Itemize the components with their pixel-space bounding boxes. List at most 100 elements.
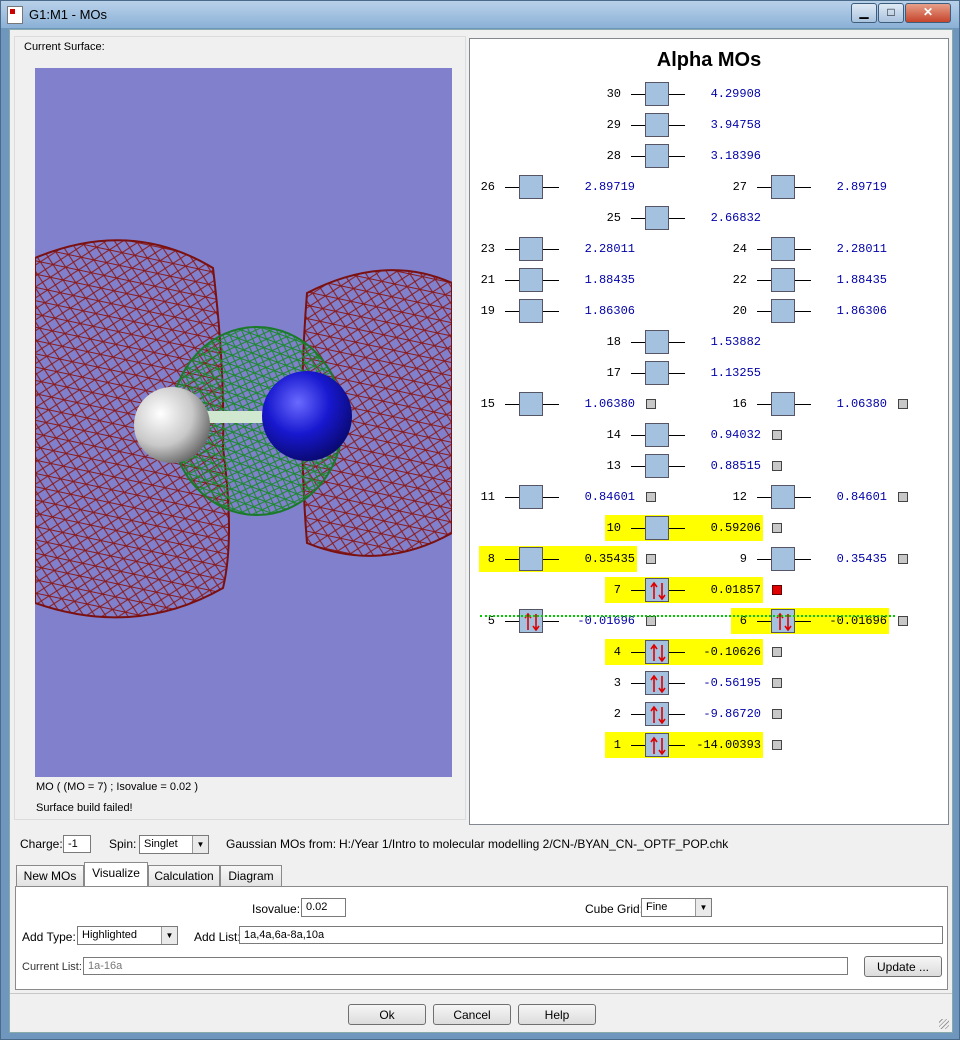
gaussian-mos-label: Gaussian MOs from: (226, 837, 337, 851)
mo-orbital-box[interactable] (645, 454, 669, 478)
tab-new-mos[interactable]: New MOs (16, 865, 84, 886)
mo-number-label: 13 (606, 459, 621, 473)
mo-number-label: 21 (480, 273, 495, 287)
mo-orbital-box[interactable] (645, 423, 669, 447)
spin-select[interactable]: Singlet ▼ (139, 835, 209, 854)
mo-level-line (505, 280, 519, 281)
mo-orbital-box[interactable] (519, 485, 543, 509)
mo-select-square[interactable] (772, 709, 782, 719)
mo-energy-diagram[interactable]: Alpha MOs 30 4.29908 29 3.94758 28 3.18396 26 2… (469, 38, 949, 825)
mo-energy-value: 4.29908 (710, 87, 761, 101)
molecule-3d-viewport[interactable] (35, 68, 452, 777)
mo-select-square[interactable] (772, 430, 782, 440)
tab-visualize[interactable]: Visualize (84, 862, 148, 887)
mo-energy-value: 3.18396 (710, 149, 761, 163)
mo-orbital-box[interactable] (771, 299, 795, 323)
mo-select-square[interactable] (646, 492, 656, 502)
maximize-button[interactable]: □ (878, 3, 904, 23)
mo-orbital-box[interactable] (645, 578, 669, 602)
mo-number-label: 8 (487, 552, 495, 566)
isovalue-input[interactable]: 0.02 (301, 898, 346, 917)
mo-orbital-box[interactable] (519, 392, 543, 416)
mo-select-square[interactable] (772, 585, 782, 595)
mo-orbital-box[interactable] (645, 206, 669, 230)
title-bar[interactable]: G1:M1 - MOs ▁ □ ✕ (1, 1, 959, 28)
mo-number-label: 15 (480, 397, 495, 411)
electron-pair-icon (650, 736, 666, 756)
mo-orbital-box[interactable] (645, 82, 669, 106)
spin-select-value: Singlet (144, 838, 178, 850)
mo-number-label: 23 (480, 242, 495, 256)
mo-select-square[interactable] (772, 678, 782, 688)
mo-number-label: 20 (732, 304, 747, 318)
mo-orbital-box[interactable] (645, 640, 669, 664)
mo-energy-value: 1.06380 (584, 397, 635, 411)
mo-orbital-box[interactable] (519, 268, 543, 292)
mo-level-line (631, 435, 645, 436)
mo-select-square[interactable] (772, 740, 782, 750)
mo-orbital-box[interactable] (645, 144, 669, 168)
mo-select-square[interactable] (898, 554, 908, 564)
mo-orbital-box[interactable] (645, 702, 669, 726)
help-button[interactable]: Help (518, 1004, 596, 1025)
mo-orbital-box[interactable] (645, 733, 669, 757)
mo-level-line (631, 373, 645, 374)
cube-grid-select[interactable]: Fine ▼ (641, 898, 712, 917)
mo-orbital-box[interactable] (771, 485, 795, 509)
mo-orbital-box[interactable] (771, 609, 795, 633)
mo-orbital-box[interactable] (645, 113, 669, 137)
ok-button[interactable]: Ok (348, 1004, 426, 1025)
resize-grip-icon[interactable] (939, 1019, 949, 1029)
electron-pair-icon (524, 612, 540, 632)
mo-select-square[interactable] (772, 647, 782, 657)
tab-calculation[interactable]: Calculation (148, 865, 220, 886)
update-button[interactable]: Update ... (864, 956, 942, 977)
minimize-button[interactable]: ▁ (851, 3, 877, 23)
add-list-input[interactable]: 1a,4a,6a-8a,10a (239, 926, 943, 944)
mo-select-square[interactable] (898, 399, 908, 409)
homo-lumo-divider (480, 615, 895, 617)
mo-orbital-box[interactable] (771, 237, 795, 261)
mo-orbital-box[interactable] (519, 175, 543, 199)
mo-select-square[interactable] (898, 492, 908, 502)
mo-level-line (631, 218, 645, 219)
mo-orbital-box[interactable] (645, 361, 669, 385)
mo-orbital-box[interactable] (519, 237, 543, 261)
tab-diagram[interactable]: Diagram (220, 865, 282, 886)
cancel-button[interactable]: Cancel (433, 1004, 511, 1025)
mo-level-line (505, 559, 519, 560)
gaussian-checkpoint-path: H:/Year 1/Intro to molecular modelling 2… (339, 837, 729, 851)
mo-number-label: 7 (613, 583, 621, 597)
mo-orbital-box[interactable] (645, 671, 669, 695)
mo-orbital-box[interactable] (771, 547, 795, 571)
mo-select-square[interactable] (646, 554, 656, 564)
charge-label: Charge: (20, 837, 63, 851)
mo-orbital-box[interactable] (771, 175, 795, 199)
mo-select-square[interactable] (646, 616, 656, 626)
mo-number-label: 19 (480, 304, 495, 318)
mo-select-square[interactable] (772, 461, 782, 471)
mo-orbital-box[interactable] (519, 609, 543, 633)
current-list-input[interactable]: 1a-16a (83, 957, 848, 975)
mo-select-square[interactable] (898, 616, 908, 626)
mo-select-square[interactable] (772, 523, 782, 533)
mo-orbital-box[interactable] (519, 299, 543, 323)
chevron-down-icon: ▼ (695, 899, 711, 916)
mo-orbital-box[interactable] (519, 547, 543, 571)
mo-orbital-box[interactable] (645, 516, 669, 540)
chevron-down-icon: ▼ (161, 927, 177, 944)
mo-select-square[interactable] (646, 399, 656, 409)
mo-number-label: 22 (732, 273, 747, 287)
chevron-down-icon: ▼ (192, 836, 208, 853)
charge-input[interactable]: -1 (63, 835, 91, 853)
mo-orbital-box[interactable] (645, 330, 669, 354)
add-type-select[interactable]: Highlighted ▼ (77, 926, 178, 945)
mo-number-label: 27 (732, 180, 747, 194)
mo-surface-info: MO ( (MO = 7) ; Isovalue = 0.02 ) (36, 781, 198, 793)
mo-energy-value: 0.59206 (710, 521, 761, 535)
mo-level-line (505, 621, 519, 622)
close-button[interactable]: ✕ (905, 3, 951, 23)
mo-orbital-box[interactable] (771, 392, 795, 416)
mo-orbital-box[interactable] (771, 268, 795, 292)
mo-number-label: 9 (739, 552, 747, 566)
